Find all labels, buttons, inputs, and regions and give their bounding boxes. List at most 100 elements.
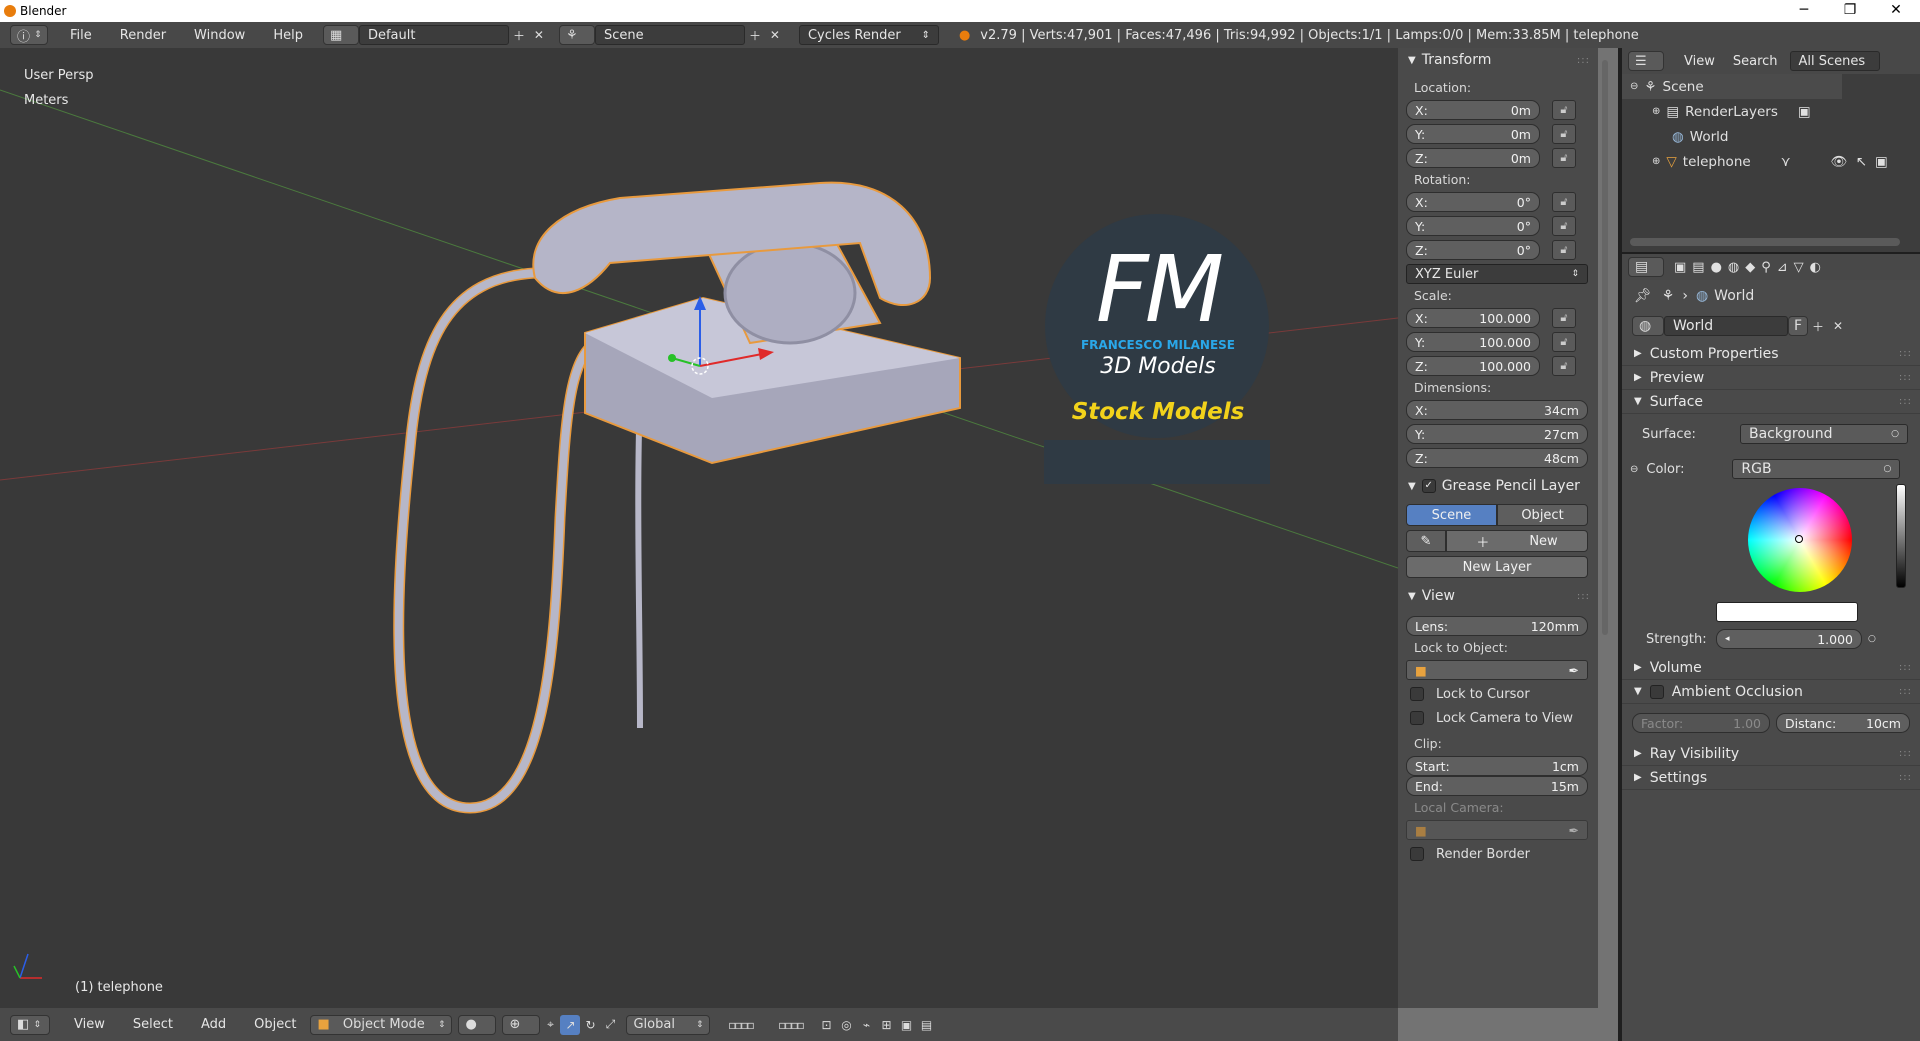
menu-outliner-view[interactable]: View [1664, 54, 1725, 69]
rotation-y-field[interactable]: Y: 0° [1406, 216, 1540, 236]
unlink-world-icon[interactable]: ✕ [1828, 316, 1848, 336]
add-scene-icon[interactable]: ＋ [745, 25, 765, 45]
expand-icon[interactable]: ⊕ [1652, 106, 1660, 117]
world-browse-button[interactable]: ◍ [1632, 316, 1664, 336]
dimensions-x-field[interactable]: X: 34cm [1406, 400, 1588, 420]
checkbox-checked-icon[interactable]: ✓ [1421, 479, 1436, 493]
area-divider-horizontal[interactable] [1622, 252, 1920, 254]
mode-select[interactable]: ■ Object Mode ⇕ [310, 1014, 453, 1035]
eyedropper-icon[interactable]: ✒ [1569, 663, 1579, 678]
clip-start-field[interactable]: Start: 1cm [1406, 756, 1588, 776]
menu-add[interactable]: Add [187, 1017, 240, 1032]
outliner-filter-select[interactable]: All Scenes [1789, 51, 1880, 71]
location-x-field[interactable]: X: 0m [1406, 100, 1540, 120]
node-socket-icon[interactable]: ○ [1868, 634, 1876, 644]
editor-type-properties-button[interactable]: ▤ [1628, 257, 1664, 277]
lock-icon[interactable]: 🔓︎ [1552, 308, 1576, 328]
outliner-item-scene[interactable]: ⊖ ⚘ Scene [1622, 74, 1842, 99]
pencil-icon[interactable]: ✎ [1406, 530, 1446, 552]
select-arrow-icon[interactable]: ↖ [1856, 154, 1867, 170]
link-socket-icon[interactable]: ⊖ [1630, 464, 1638, 475]
layers-grid-1-icon[interactable]: ▫▫▫▫ [716, 1015, 764, 1035]
drag-handle-icon[interactable]: ::: [1899, 772, 1912, 783]
expand-icon[interactable]: ⊖ [1630, 81, 1638, 92]
lock-to-cursor-checkbox[interactable]: Lock to Cursor [1398, 682, 1598, 706]
scene-icon-button[interactable]: ⚘ [558, 25, 595, 45]
ao-checkbox[interactable] [1649, 684, 1664, 699]
transform-section-header[interactable]: ▼ Transform::: [1398, 48, 1598, 72]
lock-icon[interactable]: 🔓︎ [1552, 148, 1576, 168]
view-section-header[interactable]: ▼ View::: [1398, 584, 1598, 608]
scale-y-field[interactable]: Y: 100.000 [1406, 332, 1540, 352]
snap-toggle-icon[interactable]: ⌁ [856, 1015, 876, 1035]
ambient-occlusion-section[interactable]: ▼ Ambient Occlusion::: [1622, 680, 1920, 704]
menu-file[interactable]: File [56, 28, 106, 43]
rotate-manipulator-icon[interactable]: ↻ [580, 1015, 600, 1035]
location-z-field[interactable]: Z: 0m [1406, 148, 1540, 168]
location-y-field[interactable]: Y: 0m [1406, 124, 1540, 144]
menu-window[interactable]: Window [180, 28, 259, 43]
lock-icon[interactable]: 🔓︎ [1552, 240, 1576, 260]
color-wheel-cursor[interactable] [1795, 535, 1803, 543]
rotation-x-field[interactable]: X: 0° [1406, 192, 1540, 212]
rotation-mode-select[interactable]: XYZ Euler ⇕ [1406, 264, 1588, 284]
lock-object-field[interactable]: ■ ✒ [1406, 660, 1588, 680]
drag-handle-icon[interactable]: ::: [1899, 372, 1912, 383]
gizmo-y-tip[interactable] [668, 354, 676, 362]
add-layout-icon[interactable]: ＋ [509, 25, 529, 45]
ao-distance-field[interactable]: Distanc: 10cm [1776, 713, 1910, 733]
scale-manipulator-icon[interactable]: ⤢ [600, 1015, 620, 1035]
grease-pencil-section-header[interactable]: ▼ ✓ Grease Pencil Layer [1398, 474, 1598, 498]
editor-type-3d-button[interactable]: ◧ ⇕ [10, 1014, 50, 1035]
scene-field[interactable]: Scene [594, 25, 745, 45]
menu-help[interactable]: Help [259, 28, 317, 43]
value-slider[interactable] [1896, 484, 1906, 588]
tab-scene[interactable]: Scene [1406, 504, 1497, 526]
tab-object[interactable]: Object [1497, 504, 1588, 526]
screen-layout-field[interactable]: Default [358, 25, 509, 45]
color-mode-select[interactable]: RGB ○ [1732, 459, 1901, 479]
clip-end-field[interactable]: End: 15m [1406, 776, 1588, 796]
drag-handle-icon[interactable]: ::: [1899, 396, 1912, 407]
lock-icon[interactable]: 🔓︎ [1552, 356, 1576, 376]
lock-icon[interactable]: 🔓︎ [1552, 192, 1576, 212]
outliner-hscrollbar[interactable] [1630, 238, 1900, 246]
rotation-z-field[interactable]: Z: 0° [1406, 240, 1540, 260]
color-wheel[interactable] [1748, 488, 1852, 592]
menu-outliner-search[interactable]: Search [1725, 54, 1786, 69]
context-tabs-icons[interactable]: ▣▤●◍◆⚲⊿▽◐ [1674, 260, 1827, 275]
surface-shader-select[interactable]: Background ○ [1740, 424, 1908, 444]
3d-viewport[interactable]: User Persp Meters (1) telephone FM FRANC… [0, 48, 1398, 1008]
menu-select[interactable]: Select [119, 1017, 187, 1032]
opengl-render-icon[interactable]: ▣ [896, 1015, 916, 1035]
outliner-item-renderlayers[interactable]: ⊕ ▤ RenderLayers ▣ [1622, 99, 1920, 124]
world-name-field[interactable]: World [1664, 316, 1788, 336]
decrement-arrow-icon[interactable]: ◂ [1725, 634, 1730, 644]
shelf-scrollbar[interactable] [1602, 60, 1608, 635]
orientation-select[interactable]: Global ⇕ [626, 1014, 711, 1035]
drag-handle-icon[interactable]: ::: [1899, 348, 1912, 359]
drag-handle-icon[interactable]: ::: [1577, 55, 1590, 66]
shading-select[interactable]: ● [458, 1014, 497, 1035]
scale-z-field[interactable]: Z: 100.000 [1406, 356, 1540, 376]
menu-view[interactable]: View [60, 1017, 119, 1032]
maximize-button[interactable]: ❐ [1827, 0, 1873, 22]
custom-properties-section[interactable]: ▶ Custom Properties::: [1622, 342, 1920, 366]
lock-icon[interactable]: 🔓︎ [1552, 216, 1576, 236]
layers-grid-2-icon[interactable]: ▫▫▫▫ [764, 1015, 816, 1035]
pin-icon[interactable]: 📌︎ [1634, 288, 1652, 304]
lock-camera-checkbox[interactable]: Lock Camera to View [1398, 706, 1598, 730]
render-border-checkbox[interactable]: Render Border [1398, 842, 1598, 866]
editor-type-outliner-button[interactable]: ☰ [1628, 51, 1664, 71]
close-button[interactable]: ✕ [1873, 0, 1919, 22]
translate-manipulator-icon[interactable]: ↗ [560, 1014, 581, 1035]
outliner-item-telephone[interactable]: ⊕ ▽ telephone ⋎ 👁︎ ↖ ▣ [1622, 149, 1920, 174]
new-grease-pencil-button[interactable]: ＋ New [1446, 530, 1588, 552]
volume-section[interactable]: ▶ Volume::: [1622, 656, 1920, 680]
manipulator-toggle-icon[interactable]: ⌖ [540, 1015, 560, 1035]
settings-section[interactable]: ▶ Settings::: [1622, 766, 1920, 790]
preview-section[interactable]: ▶ Preview::: [1622, 366, 1920, 390]
lock-icon[interactable]: 🔓︎ [1552, 100, 1576, 120]
visibility-eye-icon[interactable]: 👁︎ [1831, 154, 1848, 170]
fake-user-button[interactable]: F [1788, 316, 1808, 336]
